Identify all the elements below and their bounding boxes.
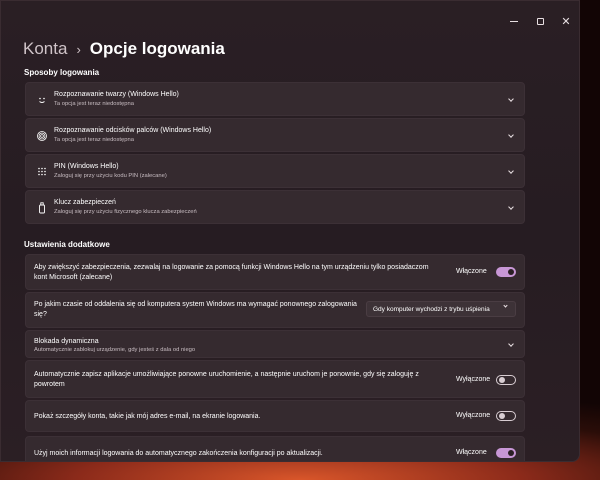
show-account-text: Pokaż szczegóły konta, takie jak mój adr… <box>34 413 261 420</box>
use-signin-info-setting: Użyj moich informacji logowania do autom… <box>25 436 525 461</box>
pin-keypad-icon <box>36 166 48 178</box>
require-signin-text: Po jakim czasie od oddalenia się od komp… <box>34 300 364 319</box>
dropdown-selected-value: Gdy komputer wychodzi z trybu uśpienia <box>373 305 490 313</box>
page-title: Opcje logowania <box>89 39 225 58</box>
option-subtitle: Zaloguj się przy użyciu fizycznego klucz… <box>54 209 197 215</box>
show-account-details-setting: Pokaż szczegóły konta, takie jak mój adr… <box>25 400 525 432</box>
setting-text-line: Automatycznie zapisz aplikacje umożliwia… <box>34 371 419 378</box>
restart-apps-text: Automatycznie zapisz aplikacje umożliwia… <box>34 370 454 389</box>
chevron-down-icon[interactable] <box>506 95 516 105</box>
setting-text-line: powrotem <box>34 380 65 388</box>
setting-text-line: Aby zwiększyć zabezpieczenia, zezwalaj n… <box>34 264 429 271</box>
dynamic-lock-setting[interactable]: Blokada dynamiczna Automatycznie zabloku… <box>25 330 525 358</box>
setting-text-line: kont Microsoft (zalecane) <box>34 273 113 281</box>
toggle-state-label: Wyłączone <box>456 376 491 383</box>
require-signin-dropdown[interactable]: Gdy komputer wychodzi z trybu uśpienia <box>366 301 516 317</box>
chevron-down-icon[interactable] <box>506 340 516 350</box>
use-signin-info-toggle[interactable] <box>496 448 516 458</box>
sign-in-methods-heading: Sposoby logowania <box>24 68 100 77</box>
sign-in-option-pin[interactable]: PIN (Windows Hello) Zaloguj się przy uży… <box>25 154 525 188</box>
option-title: Rozpoznawanie twarzy (Windows Hello) <box>54 91 179 98</box>
option-title: Klucz zabezpieczeń <box>54 199 116 206</box>
fingerprint-icon <box>36 130 48 142</box>
additional-settings-heading: Ustawienia dodatkowe <box>24 240 110 249</box>
require-signin-setting: Po jakim czasie od oddalenia się od komp… <box>25 292 525 328</box>
setting-text-line: Po jakim czasie od oddalenia się od komp… <box>34 301 357 308</box>
breadcrumb-separator: › <box>76 41 81 57</box>
restart-apps-toggle[interactable] <box>496 375 516 385</box>
setting-text-line: się? <box>34 310 47 318</box>
chevron-down-icon[interactable] <box>506 167 516 177</box>
sign-in-option-security-key[interactable]: Klucz zabezpieczeń Zaloguj się przy użyc… <box>25 190 525 224</box>
toggle-knob <box>499 413 505 419</box>
breadcrumb: Konta › Opcje logowania <box>23 39 225 59</box>
minimize-icon[interactable] <box>501 11 527 31</box>
option-subtitle: Ta opcja jest teraz niedostępna <box>54 137 134 143</box>
window-controls: ✕ <box>501 11 579 31</box>
hello-only-toggle[interactable] <box>496 267 516 277</box>
hello-only-text: Aby zwiększyć zabezpieczenia, zezwalaj n… <box>34 263 454 282</box>
hello-only-setting: Aby zwiększyć zabezpieczenia, zezwalaj n… <box>25 254 525 290</box>
chevron-down-icon[interactable] <box>506 203 516 213</box>
option-subtitle: Ta opcja jest teraz niedostępna <box>54 101 134 107</box>
close-icon[interactable]: ✕ <box>553 11 579 31</box>
toggle-knob <box>499 377 505 383</box>
breadcrumb-accounts-link[interactable]: Konta <box>23 39 67 59</box>
dynamic-lock-subtitle: Automatycznie zablokuj urządzenie, gdy j… <box>34 347 196 353</box>
toggle-state-label: Włączone <box>456 268 487 275</box>
dynamic-lock-title: Blokada dynamiczna <box>34 338 99 345</box>
face-icon <box>36 94 48 106</box>
toggle-knob <box>508 269 514 275</box>
restart-apps-setting: Automatycznie zapisz aplikacje umożliwia… <box>25 360 525 398</box>
maximize-icon[interactable] <box>527 11 553 31</box>
chevron-down-icon <box>503 303 508 308</box>
sign-in-option-face[interactable]: Rozpoznawanie twarzy (Windows Hello) Ta … <box>25 82 525 116</box>
security-key-icon <box>36 202 48 214</box>
toggle-state-label: Włączone <box>456 449 487 456</box>
option-title: PIN (Windows Hello) <box>54 163 119 170</box>
sign-in-option-fingerprint[interactable]: Rozpoznawanie odcisków palców (Windows H… <box>25 118 525 152</box>
show-account-toggle[interactable] <box>496 411 516 421</box>
option-title: Rozpoznawanie odcisków palców (Windows H… <box>54 127 212 134</box>
toggle-state-label: Wyłączone <box>456 412 491 419</box>
use-signin-info-text: Użyj moich informacji logowania do autom… <box>34 450 323 457</box>
settings-window: ✕ Konta › Opcje logowania Sposoby logowa… <box>0 0 580 462</box>
chevron-down-icon[interactable] <box>506 131 516 141</box>
option-subtitle: Zaloguj się przy użyciu kodu PIN (zaleca… <box>54 173 167 179</box>
toggle-knob <box>508 450 514 456</box>
